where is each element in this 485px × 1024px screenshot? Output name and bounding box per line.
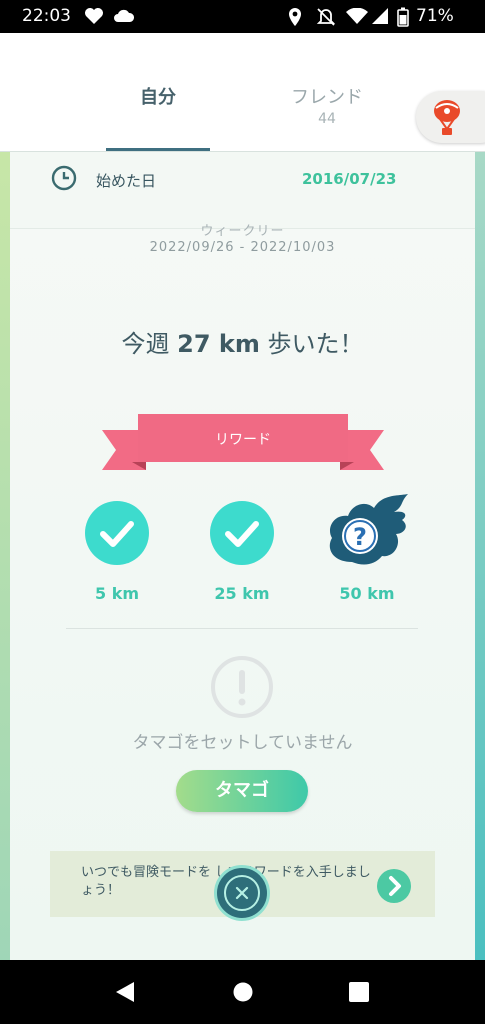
reward-25km-label: 25 km [214, 584, 270, 603]
left-edge [0, 152, 10, 960]
balloon-icon [434, 100, 460, 135]
clock-icon [51, 165, 77, 191]
journal-content[interactable]: 始めた日 2016/07/23 ウィークリー 2022/09/26 - 2022… [10, 152, 475, 960]
chevron-right-icon [389, 876, 401, 896]
cloud-icon [114, 9, 135, 22]
home-icon[interactable] [232, 981, 254, 1003]
headline-prefix: 今週 [121, 330, 178, 358]
signal-icon [372, 8, 388, 24]
weekly-range: 2022/09/26 - 2022/10/03 [149, 240, 336, 255]
reward-50km-mystery: ? [329, 494, 408, 565]
bell-off-icon [316, 8, 336, 26]
header: 自分 フレンド 44 [0, 33, 485, 152]
rewards-title: リワード [215, 432, 271, 448]
started-row [10, 152, 475, 229]
status-bar: 22:03 71% [0, 0, 485, 33]
back-icon[interactable] [114, 981, 136, 1003]
started-date: 2016/07/23 [302, 170, 397, 188]
tab-active-indicator [106, 148, 210, 151]
friends-count: 44 [318, 111, 336, 127]
adventure-mode-arrow-button[interactable] [377, 869, 411, 903]
headline-suffix: 歩いた！ [259, 330, 364, 358]
right-edge [475, 152, 485, 960]
reward-50km-label: 50 km [339, 584, 395, 603]
navigation-bar [0, 960, 485, 1024]
recents-icon[interactable] [348, 981, 370, 1003]
divider [66, 628, 418, 629]
battery-icon [397, 7, 409, 27]
battery-level: 71% [416, 6, 454, 26]
location-icon [289, 8, 301, 26]
question-icon: ? [353, 523, 367, 551]
headline-distance: 27 km [177, 330, 260, 358]
tab-self[interactable]: 自分 [106, 83, 210, 109]
close-icon [235, 886, 249, 900]
reward-25km-check [210, 501, 274, 565]
egg-button[interactable]: タマゴ [176, 770, 308, 812]
tab-friends[interactable]: フレンド [272, 83, 382, 109]
reward-5km-label: 5 km [94, 584, 139, 603]
status-time: 22:03 [22, 6, 71, 26]
heart-icon [85, 8, 103, 24]
weekly-label: ウィークリー [200, 224, 285, 239]
balloon-button[interactable] [416, 91, 485, 143]
wifi-icon [346, 8, 368, 24]
started-label: 始めた日 [96, 172, 157, 190]
weekly-headline: 今週 27 km 歩いた！ [10, 324, 475, 359]
close-button-ring [224, 875, 260, 911]
alert-icon [211, 656, 273, 718]
no-egg-message: タマゴをセットしていません [132, 733, 353, 753]
reward-5km-check [85, 501, 149, 565]
close-button[interactable] [214, 865, 270, 921]
